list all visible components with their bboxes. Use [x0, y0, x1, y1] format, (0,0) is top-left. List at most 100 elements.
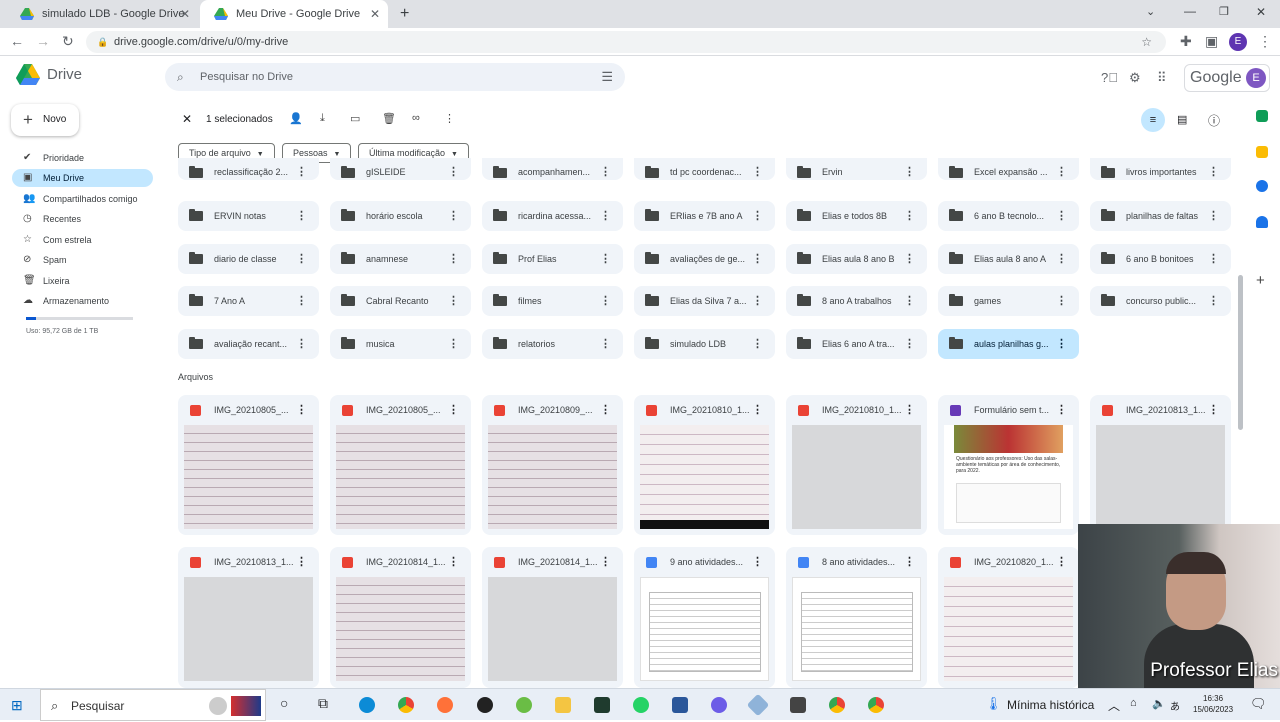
delete-icon[interactable]: 🗑 [382, 112, 396, 125]
folder-item[interactable]: diario de classe ⋮ [178, 244, 319, 274]
more-options-icon[interactable]: ⋮ [904, 157, 915, 187]
cortana-icon[interactable]: ○ [280, 695, 288, 711]
task-view-icon[interactable]: ⧉ [318, 695, 328, 712]
new-button[interactable]: + Novo [11, 104, 79, 136]
chrome-icon[interactable] [398, 697, 414, 713]
sidebar-item-armazenamento[interactable]: ☁ Armazenamento [12, 292, 153, 310]
file-explorer-icon[interactable] [555, 697, 571, 713]
more-options-icon[interactable]: ⋮ [600, 286, 611, 316]
file-card[interactable]: 8 ano atividades... ⋮ [786, 547, 927, 688]
more-options-icon[interactable]: ⋮ [752, 547, 763, 577]
close-window-icon[interactable]: ✕ [1256, 5, 1266, 19]
edge-icon[interactable] [359, 697, 375, 713]
apps-grid-icon[interactable]: ⠿ [1157, 70, 1167, 86]
app-icon[interactable] [477, 697, 493, 713]
help-icon[interactable]: ?⃝ [1101, 70, 1118, 85]
folder-item[interactable]: Elias da Silva 7 a... ⋮ [634, 286, 775, 316]
folder-item[interactable]: musica ⋮ [330, 329, 471, 359]
folder-item[interactable]: avaliação recant... ⋮ [178, 329, 319, 359]
link-icon[interactable]: ∞ [412, 112, 420, 124]
speaker-icon[interactable]: 🔈 [1152, 697, 1166, 710]
browser-tab-simulado[interactable]: simulado LDB - Google Drive ✕ [6, 0, 198, 28]
more-options-icon[interactable]: ⋮ [296, 329, 307, 359]
more-options-icon[interactable]: ⋮ [904, 329, 915, 359]
folder-item[interactable]: reclassificação 2... ⋮ [178, 158, 319, 180]
folder-item[interactable]: td pc coordenac... ⋮ [634, 158, 775, 180]
more-options-icon[interactable]: ⋮ [904, 286, 915, 316]
app-icon[interactable] [711, 697, 727, 713]
share-icon[interactable]: 👤 [289, 112, 303, 125]
more-options-icon[interactable]: ⋮ [448, 157, 459, 187]
file-card[interactable]: IMG_20210809_... ⋮ [482, 395, 623, 535]
sidebar-item-prioridade[interactable]: ✔ Prioridade [12, 149, 153, 167]
more-options-icon[interactable]: ⋮ [752, 286, 763, 316]
more-options-icon[interactable]: ⋮ [448, 329, 459, 359]
more-options-icon[interactable]: ⋮ [600, 395, 611, 425]
more-options-icon[interactable]: ⋮ [296, 244, 307, 274]
maximize-icon[interactable]: ❐ [1219, 5, 1229, 18]
new-tab-icon[interactable]: + [400, 5, 409, 23]
side-panel-icon[interactable]: ▣ [1205, 33, 1218, 50]
windows-start-icon[interactable]: ⊞ [11, 697, 23, 714]
more-options-icon[interactable]: ⋮ [752, 201, 763, 231]
file-card[interactable]: IMG_20210820_1... ⋮ [938, 547, 1079, 688]
more-options-icon[interactable]: ⋮ [904, 547, 915, 577]
download-icon[interactable]: ⤓ [320, 112, 325, 125]
folder-item[interactable]: avaliações de ge... ⋮ [634, 244, 775, 274]
clear-selection-icon[interactable]: ✕ [182, 112, 192, 126]
more-options-icon[interactable]: ⋮ [296, 395, 307, 425]
more-options-icon[interactable]: ⋮ [904, 244, 915, 274]
folder-item[interactable]: Prof Elias ⋮ [482, 244, 623, 274]
close-tab-icon[interactable]: ✕ [370, 7, 380, 21]
app-icon[interactable] [746, 693, 770, 717]
word-icon[interactable] [672, 697, 688, 713]
folder-item[interactable]: ricardina acessa... ⋮ [482, 201, 623, 231]
folder-item[interactable]: acompanhamen... ⋮ [482, 158, 623, 180]
browser-tab-meu-drive[interactable]: Meu Drive - Google Drive ✕ [200, 0, 388, 28]
file-card[interactable]: IMG_20210810_1... ⋮ [634, 395, 775, 535]
more-options-icon[interactable]: ⋮ [1056, 329, 1067, 359]
more-options-icon[interactable]: ⋮ [600, 329, 611, 359]
account-avatar[interactable]: E [1246, 68, 1266, 88]
details-info-icon[interactable]: ⓘ [1208, 112, 1220, 129]
list-view-icon[interactable]: ▤ [1177, 113, 1187, 126]
more-options-icon[interactable]: ⋮ [1056, 201, 1067, 231]
move-icon[interactable]: ▭ [350, 112, 360, 125]
folder-item[interactable]: simulado LDB ⋮ [634, 329, 775, 359]
more-options-icon[interactable]: ⋮ [1056, 395, 1067, 425]
file-card[interactable]: IMG_20210805_... ⋮ [330, 395, 471, 535]
camera-icon[interactable] [790, 697, 806, 713]
sidebar-item-com-estrela[interactable]: ☆ Com estrela [12, 231, 153, 249]
search-options-icon[interactable]: ☰ [601, 63, 613, 91]
folder-item[interactable]: Elias 6 ano A tra... ⋮ [786, 329, 927, 359]
browser-menu-icon[interactable]: ⋮ [1258, 33, 1272, 50]
more-options-icon[interactable]: ⋮ [752, 329, 763, 359]
more-options-icon[interactable]: ⋮ [904, 201, 915, 231]
more-options-icon[interactable]: ⋮ [296, 201, 307, 231]
sidebar-item-meu-drive[interactable]: ▣ Meu Drive [12, 169, 153, 187]
more-options-icon[interactable]: ⋮ [296, 286, 307, 316]
settings-gear-icon[interactable]: ⚙ [1129, 70, 1141, 86]
back-icon[interactable]: ← [10, 33, 24, 49]
more-options-icon[interactable]: ⋮ [600, 547, 611, 577]
taskbar-search[interactable]: ⌕ Pesquisar [40, 689, 266, 721]
folder-item[interactable]: Ervin ⋮ [786, 158, 927, 180]
more-options-icon[interactable]: ⋮ [296, 157, 307, 187]
filter-view-icon[interactable]: ≡ [1141, 108, 1165, 132]
scrollbar[interactable] [1238, 275, 1243, 430]
more-options-icon[interactable]: ⋮ [448, 244, 459, 274]
file-card[interactable]: IMG_20210814_1... ⋮ [482, 547, 623, 688]
more-options-icon[interactable]: ⋮ [1056, 157, 1067, 187]
utorrent-icon[interactable] [516, 697, 532, 713]
minimize-icon[interactable]: — [1184, 4, 1196, 18]
folder-item[interactable]: gISLEIDE ⋮ [330, 158, 471, 180]
address-bar[interactable]: 🔒 drive.google.com/drive/u/0/my-drive ☆ [86, 31, 1166, 53]
folder-item[interactable]: Elias aula 8 ano A ⋮ [938, 244, 1079, 274]
reload-icon[interactable]: ↻ [62, 33, 74, 50]
weather-label[interactable]: Mínima histórica [1007, 698, 1094, 712]
more-options-icon[interactable]: ⋮ [448, 395, 459, 425]
more-options-icon[interactable]: ⋮ [600, 201, 611, 231]
folder-item[interactable]: Excel expansão ... ⋮ [938, 158, 1079, 180]
taskbar-clock[interactable]: 16:36 15/06/2023 [1193, 693, 1233, 715]
folder-item[interactable]: horário escola ⋮ [330, 201, 471, 231]
